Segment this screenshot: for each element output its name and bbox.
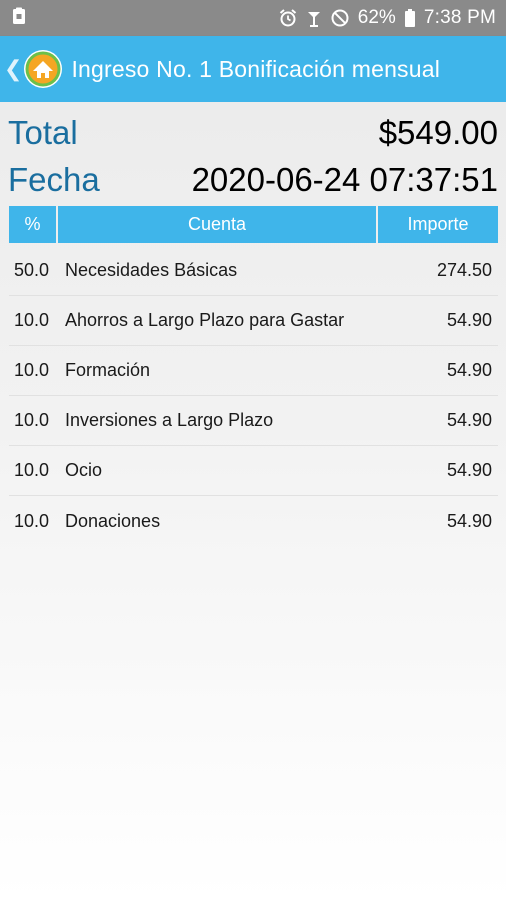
row-importe: 54.90 — [446, 460, 492, 480]
main-content: Total $549.00 Fecha 2020-06-24 07:37:51 … — [0, 102, 506, 900]
total-value: $549.00 — [378, 114, 498, 151]
row-importe: 274.50 — [436, 260, 492, 280]
row-importe: 54.90 — [446, 410, 492, 430]
back-chevron-icon[interactable]: ❮ — [4, 58, 22, 80]
row-importe: 54.90 — [446, 310, 492, 330]
row-cuenta: Ocio — [65, 460, 103, 480]
total-label: Total — [8, 114, 78, 151]
row-cuenta: Donaciones — [65, 510, 161, 531]
column-header-importe[interactable]: Importe — [378, 206, 498, 243]
table-row[interactable]: 50.0 Necesidades Básicas 274.50 — [9, 246, 498, 296]
alarm-icon — [278, 8, 298, 28]
status-left — [12, 7, 26, 30]
row-pct: 10.0 — [14, 360, 50, 380]
row-importe: 54.90 — [446, 360, 492, 380]
row-pct: 10.0 — [14, 410, 50, 430]
row-pct: 10.0 — [14, 460, 50, 480]
table-row[interactable]: 10.0 Ahorros a Largo Plazo para Gastar 5… — [9, 296, 498, 346]
wifi-icon — [306, 8, 322, 28]
page-title: Ingreso No. 1 Bonificación mensual — [71, 55, 441, 82]
fecha-row: Fecha 2020-06-24 07:37:51 — [8, 161, 498, 199]
table-row[interactable]: 10.0 Formación 54.90 — [9, 346, 498, 396]
fecha-value: 2020-06-24 07:37:51 — [191, 161, 498, 198]
column-header-cuenta[interactable]: Cuenta — [58, 206, 376, 243]
notification-icon — [12, 7, 26, 30]
status-bar: 62% 7:38 PM — [0, 0, 506, 36]
row-importe: 54.90 — [446, 510, 492, 531]
row-pct: 10.0 — [14, 510, 50, 531]
app-logo-icon[interactable] — [23, 49, 63, 89]
table-row[interactable]: 10.0 Ocio 54.90 — [9, 446, 498, 496]
table-body: 50.0 Necesidades Básicas 274.50 10.0 Aho… — [9, 246, 498, 546]
status-right: 62% 7:38 PM — [278, 7, 496, 29]
row-cuenta: Inversiones a Largo Plazo — [65, 410, 274, 430]
battery-percent: 62% — [357, 7, 396, 28]
table-row[interactable]: 10.0 Donaciones 54.90 — [9, 496, 498, 546]
column-header-pct[interactable]: % — [9, 206, 56, 243]
app-bar: ❮ Ingreso No. 1 Bonificación mensual — [0, 36, 506, 102]
row-pct: 50.0 — [14, 260, 50, 280]
row-pct: 10.0 — [14, 310, 50, 330]
row-cuenta: Formación — [65, 360, 151, 380]
table-row[interactable]: 10.0 Inversiones a Largo Plazo 54.90 — [9, 396, 498, 446]
row-cuenta: Ahorros a Largo Plazo para Gastar — [65, 310, 345, 330]
fecha-label: Fecha — [8, 161, 100, 198]
status-time: 7:38 PM — [423, 7, 496, 28]
total-row: Total $549.00 — [8, 114, 498, 152]
battery-icon — [404, 8, 416, 28]
row-cuenta: Necesidades Básicas — [65, 260, 238, 280]
table-header: % Cuenta Importe — [9, 206, 498, 243]
do-not-disturb-icon — [330, 8, 350, 28]
